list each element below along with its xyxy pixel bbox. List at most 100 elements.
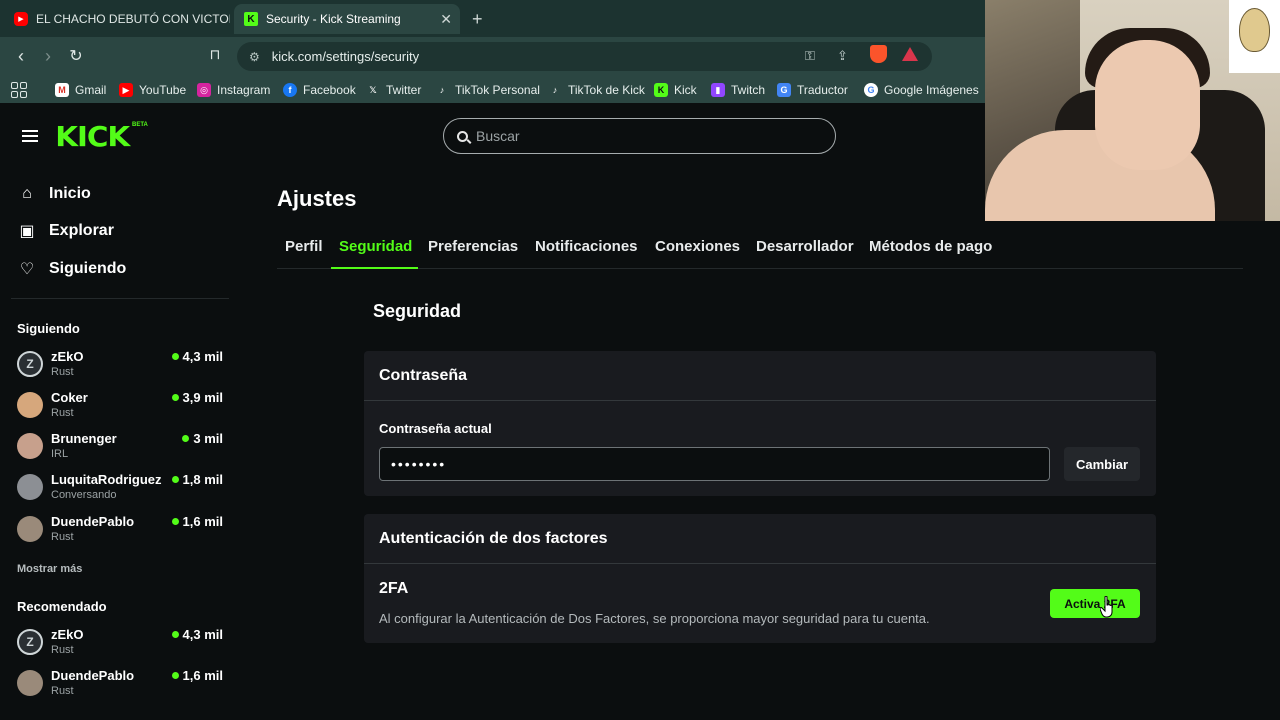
channel-name: zEkO: [51, 627, 84, 642]
two-factor-description: Al configurar la Autenticación de Dos Fa…: [379, 611, 930, 626]
bookmark-kick[interactable]: K Kick: [654, 82, 697, 98]
viewer-count-text: 1,6 mil: [182, 514, 223, 529]
browser-tab-youtube[interactable]: ▶ EL CHACHO DEBUTÓ CON VICTORIA: [8, 4, 230, 34]
hand-cursor-icon: [1100, 596, 1113, 618]
section-title: Seguridad: [373, 301, 462, 321]
apps-grid-icon[interactable]: [11, 82, 27, 98]
avatar: [17, 433, 43, 459]
viewer-count: 1,6 mil: [171, 514, 223, 529]
channel-category: Rust: [51, 531, 74, 543]
bookmark-label: Instagram: [217, 83, 271, 97]
x-icon: 𝕏: [369, 84, 377, 95]
sidebar-item-siguiendo[interactable]: ♡ Siguiendo: [18, 258, 127, 280]
new-tab-icon[interactable]: +: [472, 9, 483, 30]
viewer-count: 1,8 mil: [171, 472, 223, 487]
viewer-count-text: 3 mil: [193, 431, 223, 446]
bookmark-facebook[interactable]: f Facebook: [283, 82, 356, 98]
avatar: Z: [17, 351, 43, 377]
tab-notificaciones[interactable]: Notificaciones: [535, 238, 638, 255]
key-icon[interactable]: ⚿: [805, 48, 815, 64]
sidebar-item-label: Explorar: [49, 222, 114, 239]
bookmark-youtube[interactable]: ▶ YouTube: [119, 82, 186, 98]
bookmark-twitch[interactable]: ▮ Twitch: [711, 82, 765, 98]
bookmark-label: Google Imágenes: [884, 83, 979, 97]
bookmark-label: TikTok de Kick: [568, 83, 645, 97]
card-divider: [364, 400, 1156, 401]
egg-character-icon: [1239, 8, 1270, 52]
viewer-count: 3,9 mil: [171, 390, 223, 405]
brave-shield-icon[interactable]: [870, 45, 887, 63]
live-dot: [182, 435, 190, 442]
brave-rewards-icon[interactable]: [902, 47, 918, 61]
sidebar-divider: [11, 298, 229, 299]
current-password-label: Contraseña actual: [379, 421, 492, 436]
channel-name: Coker: [51, 390, 88, 405]
channel-item-brunenger[interactable]: Brunenger IRL 3 mil: [17, 431, 227, 467]
close-tab-icon[interactable]: ✕: [440, 11, 452, 28]
show-more-link[interactable]: Mostrar más: [17, 563, 82, 575]
channel-category: Rust: [51, 366, 74, 378]
tab-metodos-de-pago[interactable]: Métodos de pago: [869, 238, 992, 255]
back-icon[interactable]: ‹: [11, 46, 31, 67]
channel-category: Rust: [51, 644, 74, 656]
bookmark-google-imagenes[interactable]: G Google Imágenes: [864, 82, 979, 98]
bookmark-twitter[interactable]: 𝕏 Twitter: [366, 82, 421, 98]
tab-desarrollador[interactable]: Desarrollador: [756, 238, 854, 255]
tab-seguridad[interactable]: Seguridad: [339, 238, 412, 255]
kick-logo[interactable]: KICK: [55, 120, 130, 153]
channel-name: DuendePablo: [51, 514, 135, 529]
forward-icon[interactable]: ›: [38, 46, 58, 67]
sidebar-item-explorar[interactable]: ▣ Explorar: [18, 220, 114, 242]
channel-category: Rust: [51, 407, 74, 419]
avatar: [17, 670, 43, 696]
site-info-icon[interactable]: ⚙: [249, 50, 260, 64]
webcam-overlay: [985, 0, 1280, 221]
webcam-person-face: [1095, 40, 1200, 170]
channel-category: IRL: [51, 448, 69, 460]
home-icon: ⌂: [22, 185, 32, 202]
viewer-count-text: 4,3 mil: [182, 627, 223, 642]
bookmark-traductor[interactable]: G Traductor: [777, 82, 848, 98]
channel-item-zeko[interactable]: Z zEkO Rust 4,3 mil: [17, 349, 227, 385]
change-password-button[interactable]: Cambiar: [1064, 447, 1140, 481]
share-icon[interactable]: ⇪: [837, 48, 848, 64]
channel-item-coker[interactable]: Coker Rust 3,9 mil: [17, 390, 227, 426]
enable-2fa-button[interactable]: Activa 2FA: [1050, 589, 1140, 618]
url-text: kick.com/settings/security: [271, 49, 420, 64]
menu-icon[interactable]: [22, 130, 38, 142]
tabs-divider: [277, 268, 1243, 269]
beta-badge: BETA: [132, 122, 148, 128]
bookmark-instagram[interactable]: ◎ Instagram: [197, 82, 270, 98]
sidebar-item-inicio[interactable]: ⌂ Inicio: [18, 183, 91, 205]
viewer-count: 1,6 mil: [171, 668, 223, 683]
tab-perfil[interactable]: Perfil: [285, 238, 323, 255]
address-bar[interactable]: ⚙ kick.com/settings/security: [237, 42, 932, 71]
tab-conexiones[interactable]: Conexiones: [655, 238, 740, 255]
egg-character-sticker: [1229, 0, 1280, 73]
bookmark-label: Gmail: [75, 83, 107, 97]
tab-preferencias[interactable]: Preferencias: [428, 238, 518, 255]
channel-name: zEkO: [51, 349, 84, 364]
live-dot: [171, 394, 179, 401]
current-password-field[interactable]: ••••••••: [379, 447, 1050, 481]
channel-item-duendepablo-recommended[interactable]: DuendePablo Rust 1,6 mil: [17, 668, 227, 704]
channel-item-duendepablo[interactable]: DuendePablo Rust 1,6 mil: [17, 514, 227, 550]
channel-name: LuquitaRodriguez: [51, 472, 162, 487]
page-title: Ajustes: [277, 186, 357, 211]
bookmark-icon[interactable]: ⊓: [205, 46, 225, 63]
bookmark-tiktok-kick[interactable]: ♪ TikTok de Kick: [548, 82, 645, 98]
bookmark-gmail[interactable]: M Gmail: [55, 82, 106, 98]
avatar: [17, 474, 43, 500]
youtube-icon: ▶: [119, 83, 133, 97]
instagram-icon: ◎: [197, 83, 211, 97]
channel-item-luquitarodriguez[interactable]: LuquitaRodriguez Conversando 1,8 mil: [17, 472, 227, 508]
bookmark-tiktok-personal[interactable]: ♪ TikTok Personal: [435, 82, 540, 98]
avatar: [17, 392, 43, 418]
reload-icon[interactable]: ↻: [66, 46, 86, 66]
channel-item-zeko-recommended[interactable]: Z zEkO Rust 4,3 mil: [17, 627, 227, 663]
tab-title: EL CHACHO DEBUTÓ CON VICTORIA: [36, 12, 230, 26]
avatar: [17, 516, 43, 542]
live-dot: [171, 476, 179, 483]
search-input[interactable]: Buscar: [443, 118, 836, 154]
browser-tab-kick[interactable]: K Security - Kick Streaming ✕: [234, 4, 460, 34]
